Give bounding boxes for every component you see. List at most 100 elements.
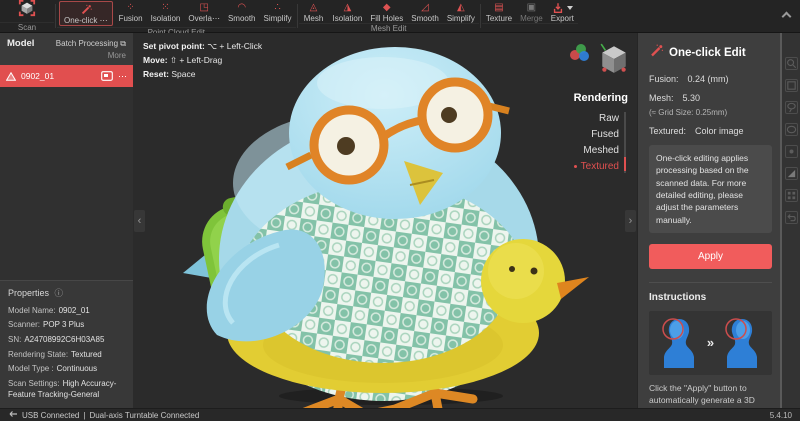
lasso-select-icon[interactable] bbox=[784, 101, 798, 114]
texture-button[interactable]: ▤ Texture bbox=[482, 0, 516, 23]
model-preview-icon[interactable] bbox=[101, 71, 113, 81]
textured-row: Textured: Color image bbox=[649, 126, 744, 136]
app-version: 5.4.10 bbox=[769, 410, 792, 420]
scan-icon bbox=[18, 0, 36, 17]
batch-processing-button[interactable]: Batch Processing ⧉ bbox=[56, 39, 126, 49]
fusion-row: Fusion: 0.24 (mm) bbox=[649, 74, 729, 84]
divider bbox=[649, 281, 772, 283]
batch-processing-icon: ⧉ bbox=[120, 38, 126, 48]
pc-isolation-icon: ⁙ bbox=[161, 2, 170, 13]
property-row: Scanner: POP 3 Plus bbox=[8, 320, 85, 330]
instructions-paragraph-1: Click the "Apply" button to automaticall… bbox=[649, 382, 766, 408]
rendering-options: Raw Fused Meshed Textured bbox=[573, 108, 628, 177]
mesh-smooth-button[interactable]: ◿ Smooth bbox=[407, 0, 443, 23]
fill-holes-icon: ◆ bbox=[382, 2, 391, 13]
merge-icon: ▣ bbox=[526, 2, 537, 13]
one-click-edit-title: One-click Edit bbox=[669, 46, 746, 59]
status-divider: | bbox=[83, 410, 86, 420]
properties-info-icon[interactable]: ⓘ bbox=[55, 288, 64, 298]
brush-select-icon[interactable] bbox=[784, 145, 798, 158]
collapse-left-panel-button[interactable]: ‹ bbox=[134, 209, 145, 232]
model-panel: Model Batch Processing ⧉ More 0902_01 ⋯ bbox=[0, 33, 133, 408]
select-zoom-icon[interactable] bbox=[784, 57, 798, 70]
rect-select-icon[interactable] bbox=[784, 79, 798, 92]
model-panel-title: Model bbox=[7, 38, 35, 49]
pc-smooth-button[interactable]: ◠ Smooth bbox=[224, 0, 260, 27]
magic-wand-icon bbox=[80, 4, 92, 16]
mesh-simplify-button[interactable]: ◭ Simplify bbox=[443, 0, 479, 23]
more-button[interactable]: More bbox=[7, 49, 126, 63]
toolbar-separator bbox=[55, 4, 56, 28]
grid-tool-icon[interactable] bbox=[784, 189, 798, 202]
hint-move: Move: ⇧ + Left-Drag bbox=[143, 55, 223, 66]
model-list-empty-area bbox=[0, 87, 133, 280]
3d-viewport[interactable]: Set pivot point: ⌥ + Left-Click Move: ⇧ … bbox=[133, 33, 637, 408]
edit-tools-strip bbox=[782, 33, 800, 408]
fill-holes-button[interactable]: ◆ Fill Holes bbox=[366, 0, 407, 23]
grid-size-note: (≈ Grid Size: 0.25mm) bbox=[649, 108, 728, 117]
toolbar-separator bbox=[296, 4, 298, 28]
export-button[interactable]: Export bbox=[547, 0, 578, 23]
rgb-color-icon[interactable] bbox=[568, 43, 592, 68]
overlap-button[interactable]: ◳ Overla⋯ bbox=[184, 0, 224, 27]
one-click-edit-icon bbox=[649, 44, 663, 61]
property-row: Model Type : Continuous bbox=[8, 364, 98, 374]
mesh-button[interactable]: ◬ Mesh bbox=[299, 0, 329, 23]
instructions-title: Instructions bbox=[649, 291, 707, 303]
one-click-edit-panel: One-click Edit Fusion: 0.24 (mm) Mesh: 5.3… bbox=[637, 33, 800, 408]
fusion-button[interactable]: ⁘ Fusion bbox=[115, 0, 147, 27]
undo-icon[interactable] bbox=[784, 211, 798, 224]
rendering-option-textured[interactable]: Textured bbox=[573, 161, 619, 172]
corner-fill-icon[interactable] bbox=[784, 167, 798, 180]
rendering-option-meshed[interactable]: Meshed bbox=[574, 145, 619, 156]
texture-icon: ▤ bbox=[494, 2, 504, 13]
mesh-smooth-icon: ◿ bbox=[421, 2, 429, 13]
usb-connection-icon bbox=[8, 410, 18, 420]
merge-button[interactable]: ▣ Merge bbox=[516, 0, 547, 23]
collapse-toolbar-chevron[interactable] bbox=[781, 11, 792, 22]
usb-status-text: USB Connected bbox=[22, 410, 80, 420]
export-icon bbox=[552, 2, 573, 14]
toolbar-group-scan: Scan bbox=[0, 0, 54, 32]
transform-arrow-icon: » bbox=[706, 335, 715, 351]
properties-title: Properties bbox=[8, 287, 50, 298]
rendering-option-fused[interactable]: Fused bbox=[574, 129, 619, 140]
apply-button[interactable]: Apply bbox=[649, 243, 772, 269]
app-window: Scan One-click ⋯ ⁘ Fusion ⁙ Isolation ◳ … bbox=[0, 0, 800, 421]
mesh-icon: ◬ bbox=[309, 2, 318, 13]
property-row: Rendering State: Textured bbox=[8, 349, 102, 359]
mesh-isolation-button[interactable]: ◮ Isolation bbox=[329, 0, 367, 23]
hint-reset: Reset: Space bbox=[143, 69, 196, 80]
export-dropdown-caret[interactable] bbox=[566, 6, 573, 10]
rendering-overlay: Rendering Raw Fused Meshed Textured bbox=[568, 43, 628, 177]
one-click-button[interactable]: One-click ⋯ bbox=[59, 1, 113, 26]
orientation-cube-gizmo[interactable] bbox=[600, 43, 628, 80]
scan-button[interactable] bbox=[0, 0, 54, 22]
viewport-hints: Set pivot point: ⌥ + Left-Click Move: ⇧ … bbox=[143, 39, 262, 81]
toolbar-separator bbox=[479, 4, 481, 28]
toolbar-group-mesh-edit: ◬ Mesh ◮ Isolation ◆ Fill Holes ◿ Smooth… bbox=[298, 0, 479, 33]
turntable-status-text: Dual-axis Turntable Connected bbox=[89, 410, 200, 420]
3d-model-bird[interactable] bbox=[133, 33, 637, 408]
model-item-menu-icon[interactable]: ⋯ bbox=[118, 71, 127, 82]
ellipse-select-icon[interactable] bbox=[784, 123, 798, 136]
pc-smooth-icon: ◠ bbox=[237, 2, 247, 13]
bust-before-image bbox=[662, 318, 694, 368]
pc-isolation-button[interactable]: ⁙ Isolation bbox=[147, 0, 185, 27]
toolbar-group-output: ▤ Texture ▣ Merge Export bbox=[481, 0, 578, 32]
status-bar: USB Connected | Dual-axis Turntable Conn… bbox=[0, 408, 800, 421]
property-row: SN: A24708992C6H03A85 bbox=[8, 335, 105, 345]
rendering-selection-indicator bbox=[624, 157, 626, 171]
scan-caption: Scan bbox=[0, 22, 54, 32]
toolbar: Scan One-click ⋯ ⁘ Fusion ⁙ Isolation ◳ … bbox=[0, 0, 800, 37]
toolbar-group-point-cloud-edit: One-click ⋯ ⁘ Fusion ⁙ Isolation ◳ Overl… bbox=[57, 0, 296, 37]
fusion-icon: ⁘ bbox=[126, 2, 135, 13]
collapse-right-panel-button[interactable]: › bbox=[625, 209, 636, 232]
main-area: Model Batch Processing ⧉ More 0902_01 ⋯ bbox=[0, 33, 800, 408]
properties-section: Properties ⓘ Model Name: 0902_01 Scanner:… bbox=[0, 279, 133, 408]
rendering-option-raw[interactable]: Raw bbox=[574, 113, 619, 124]
mesh-simplify-icon: ◭ bbox=[456, 2, 465, 13]
pc-simplify-button[interactable]: ∴ Simplify bbox=[260, 0, 296, 27]
model-list-item[interactable]: 0902_01 ⋯ bbox=[0, 65, 133, 87]
overlap-icon: ◳ bbox=[199, 2, 209, 13]
